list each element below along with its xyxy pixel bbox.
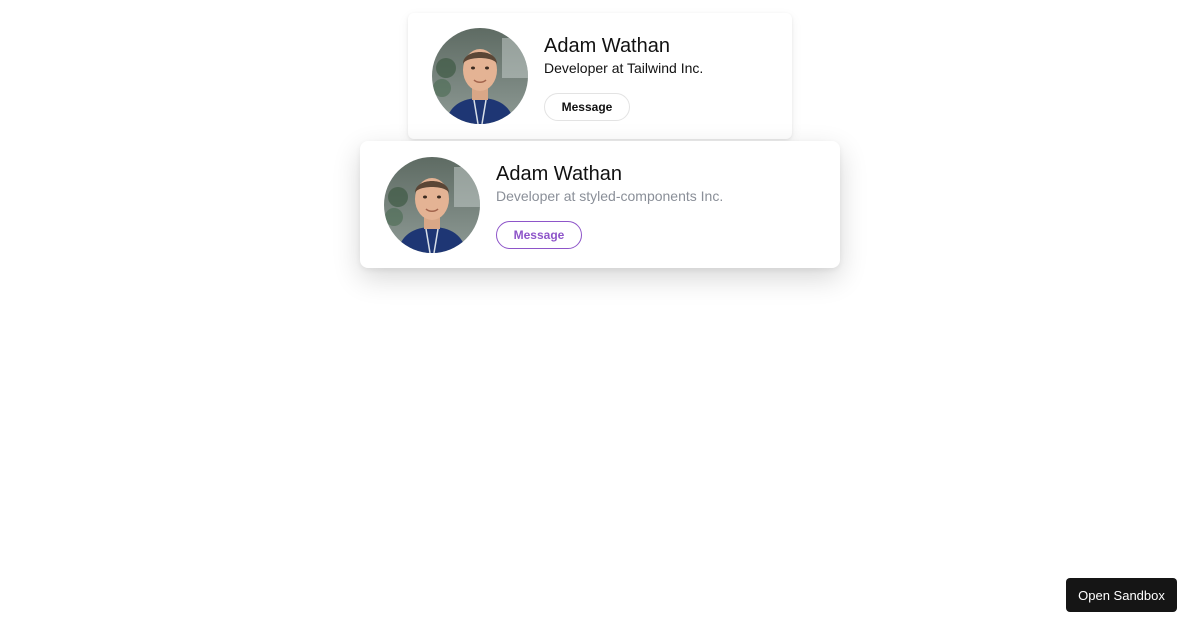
page: Adam Wathan Developer at Tailwind Inc. M… (0, 0, 1200, 630)
open-sandbox-button[interactable]: Open Sandbox (1066, 578, 1177, 612)
message-button[interactable]: Message (544, 92, 630, 121)
profile-info: Adam Wathan Developer at Tailwind Inc. M… (544, 32, 703, 121)
message-button[interactable]: Message (496, 221, 582, 249)
avatar (432, 28, 528, 124)
profile-card-tailwind: Adam Wathan Developer at Tailwind Inc. M… (408, 13, 792, 139)
profile-name: Adam Wathan (496, 163, 622, 185)
profile-role: Developer at styled-components Inc. (496, 188, 724, 204)
profile-role: Developer at Tailwind Inc. (544, 59, 704, 76)
profile-name: Adam Wathan (544, 34, 670, 57)
profile-card-styled-components: Adam Wathan Developer at styled-componen… (360, 141, 840, 268)
profile-info: Adam Wathan Developer at styled-componen… (496, 160, 723, 249)
avatar (384, 156, 480, 253)
